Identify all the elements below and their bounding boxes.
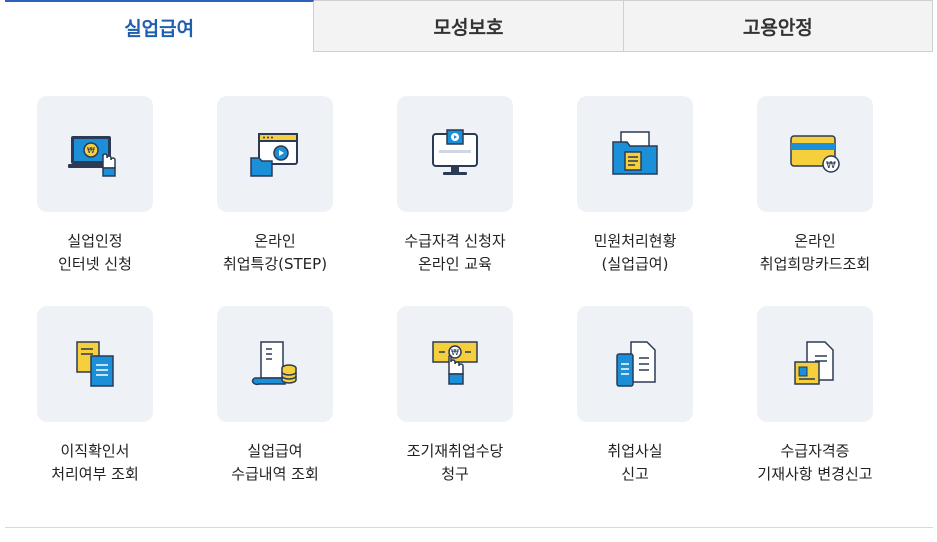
service-item-online-education[interactable]: 수급자격 신청자 온라인 교육 xyxy=(365,96,545,276)
tab-unemployment-benefit[interactable]: 실업급여 xyxy=(5,0,315,52)
service-tile[interactable] xyxy=(757,306,873,422)
service-item-early-reemployment[interactable]: ₩ 조기재취업수당 청구 xyxy=(365,306,545,486)
service-label: 조기재취업수당 청구 xyxy=(406,442,504,483)
svg-text:₩: ₩ xyxy=(87,146,95,155)
service-tile[interactable] xyxy=(217,96,333,212)
tab-bar: 실업급여 모성보호 고용안정 xyxy=(5,0,933,52)
service-item-online-lecture[interactable]: 온라인 취업특강(STEP) xyxy=(185,96,365,276)
tab-employment-stability[interactable]: 고용안정 xyxy=(623,0,933,52)
service-label: 온라인 취업특강(STEP) xyxy=(222,232,328,273)
folder-document-icon xyxy=(612,131,658,175)
service-item-employment-report[interactable]: 취업사실 신고 xyxy=(545,306,725,486)
service-tile[interactable]: ₩ xyxy=(397,306,513,422)
service-tile[interactable] xyxy=(577,306,693,422)
documents-icon xyxy=(76,341,114,387)
service-label: 민원처리현황 (실업급여) xyxy=(593,232,677,273)
service-item-benefit-history[interactable]: 실업급여 수급내역 조회 xyxy=(185,306,365,486)
service-item-civil-status[interactable]: 민원처리현황 (실업급여) xyxy=(545,96,725,276)
service-item-employment-card[interactable]: ₩ 온라인 취업희망카드조회 xyxy=(725,96,905,276)
id-document-icon xyxy=(794,341,834,385)
service-label: 취업사실 신고 xyxy=(607,442,663,483)
laptop-hand-icon: ₩ xyxy=(68,136,116,177)
tab-maternity-protection[interactable]: 모성보호 xyxy=(314,0,624,52)
service-label: 수급자격 신청자 온라인 교육 xyxy=(404,232,506,273)
svg-text:₩: ₩ xyxy=(826,160,836,171)
service-tile[interactable] xyxy=(37,306,153,422)
service-tile[interactable] xyxy=(217,306,333,422)
service-tile[interactable]: ₩ xyxy=(757,96,873,212)
service-label: 온라인 취업희망카드조회 xyxy=(759,232,871,273)
phone-document-icon xyxy=(616,341,656,387)
service-tile[interactable] xyxy=(397,96,513,212)
service-label: 수급자격증 기재사항 변경신고 xyxy=(757,442,873,483)
service-panel: 실업급여 모성보호 고용안정 ₩ 실업인정 인터넷 신청 온라인 취업특강(ST… xyxy=(5,0,933,528)
svg-text:₩: ₩ xyxy=(451,348,459,357)
service-item-separation-confirmation[interactable]: 이직확인서 처리여부 조회 xyxy=(5,306,185,486)
service-tile[interactable] xyxy=(577,96,693,212)
service-label: 이직확인서 처리여부 조회 xyxy=(51,442,139,483)
bill-hand-icon: ₩ xyxy=(432,341,478,385)
service-label: 실업급여 수급내역 조회 xyxy=(231,442,319,483)
service-label: 실업인정 인터넷 신청 xyxy=(58,232,132,273)
receipt-coins-icon xyxy=(251,341,297,386)
service-item-unemployment-recognition[interactable]: ₩ 실업인정 인터넷 신청 xyxy=(5,96,185,276)
service-grid: ₩ 실업인정 인터넷 신청 온라인 취업특강(STEP) 수급자격 신청자 온라… xyxy=(5,96,933,486)
monitor-play-icon xyxy=(432,129,478,175)
service-item-certificate-change[interactable]: 수급자격증 기재사항 변경신고 xyxy=(725,306,905,486)
credit-card-icon: ₩ xyxy=(790,135,840,173)
video-window-icon xyxy=(250,133,298,177)
service-tile[interactable]: ₩ xyxy=(37,96,153,212)
